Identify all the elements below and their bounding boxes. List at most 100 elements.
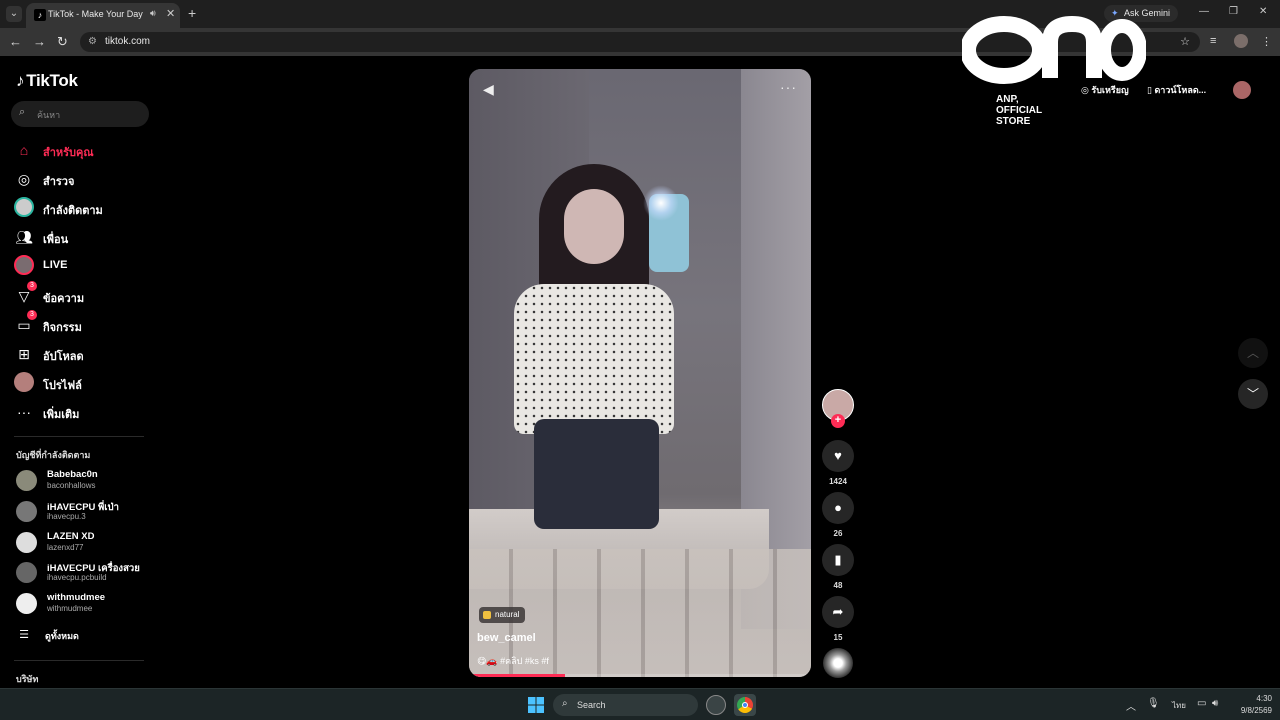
sidebar-item-label: อัปโหลด <box>43 351 84 363</box>
effect-tag[interactable]: natural <box>479 607 526 623</box>
share-button[interactable]: ➦ <box>822 596 854 628</box>
show-hidden-icons-icon[interactable]: ︿ <box>1126 698 1136 713</box>
download-app-link[interactable]: ▯ ดาวน์โหลด... <box>1147 83 1206 97</box>
sidebar-item-live[interactable]: LIVE <box>14 254 154 278</box>
see-all-label: ดูทั้งหมด <box>45 631 79 641</box>
volume-icon[interactable]: ◀ <box>483 81 494 98</box>
tiktok-favicon-icon: ♪ <box>34 9 46 21</box>
windows-start-icon[interactable] <box>528 697 544 713</box>
sidebar-item-upload[interactable]: ⊞ อัปโหลด <box>14 342 154 366</box>
sidebar-item-activity[interactable]: ▭ 3 กิจกรรม <box>14 310 154 337</box>
system-clock[interactable]: 4:30 9/8/2569 <box>1232 693 1272 717</box>
bookmark-star-icon[interactable]: ☆ <box>1180 35 1190 48</box>
media-controls-icon[interactable]: ≡ <box>1210 35 1216 47</box>
video-progress-bar[interactable] <box>469 674 811 677</box>
browser-menu-icon[interactable]: ⋮ <box>1261 35 1272 48</box>
url-text: tiktok.com <box>105 36 151 47</box>
tab-audio-icon[interactable]: 🔊︎ <box>150 8 156 19</box>
sidebar-item-label: กิจกรรม <box>43 322 82 334</box>
new-tab-button[interactable]: + <box>188 5 196 21</box>
restore-icon[interactable]: ❐ <box>1229 6 1238 17</box>
taskbar-search-label: Search <box>577 700 606 710</box>
search-placeholder: ค้นหา <box>37 110 61 120</box>
video-progress-fill <box>469 674 565 677</box>
previous-video-button[interactable]: ︿ <box>1238 338 1268 368</box>
account-username: withmudmee <box>47 604 93 613</box>
anp-watermark-logo <box>960 12 1147 92</box>
reload-icon[interactable]: ↻ <box>57 34 68 50</box>
tab-close-icon[interactable]: ✕ <box>166 7 175 20</box>
video-author[interactable]: bew_camel <box>477 632 536 644</box>
back-icon[interactable]: ← <box>9 34 22 49</box>
chrome-app-button[interactable] <box>734 694 756 716</box>
sidebar-item-messages[interactable]: ▽ 3 ข้อความ <box>14 281 154 308</box>
tab-title: TikTok - Make Your Day <box>48 9 143 19</box>
minimize-icon[interactable]: — <box>1199 6 1209 17</box>
list-icon: ☰ <box>19 629 29 641</box>
account-username: ihavecpu.3 <box>47 512 86 521</box>
volume-tray-icon[interactable]: 🔊︎ <box>1212 698 1218 709</box>
company-section-title[interactable]: บริษัท <box>16 672 38 686</box>
search-input[interactable]: ⌕ ค้นหา <box>11 101 149 127</box>
account-name: Babebac0n <box>47 469 98 480</box>
sidebar-item-label: กำลังติดตาม <box>43 205 103 217</box>
following-account-item[interactable]: Babebac0n baconhallows <box>16 467 156 495</box>
next-video-button[interactable]: ﹀ <box>1238 379 1268 409</box>
video-subject <box>564 189 624 264</box>
search-icon: ⌕ <box>19 106 26 118</box>
more-options-icon[interactable]: ··· <box>780 79 797 95</box>
see-all-button[interactable]: ☰ ดูทั้งหมด <box>14 623 154 647</box>
forward-icon[interactable]: → <box>33 34 46 49</box>
sidebar-item-explore[interactable]: ◎ สำรวจ <box>14 167 154 191</box>
following-account-item[interactable]: iHAVECPU เครื่องสวย ihavecpu.pcbuild <box>16 559 156 587</box>
video-subject <box>514 284 674 434</box>
activity-badge: 3 <box>27 310 37 320</box>
save-button[interactable]: ▮ <box>822 544 854 576</box>
microphone-icon[interactable]: 🎙︎ <box>1147 698 1160 709</box>
chevron-up-icon: ︿ <box>1246 346 1259 360</box>
video-subject <box>643 185 679 221</box>
following-icon <box>14 197 34 217</box>
profile-avatar-icon[interactable] <box>1234 34 1248 48</box>
app-icon[interactable] <box>706 695 726 715</box>
header-profile-avatar[interactable] <box>1233 81 1251 99</box>
tab-search-chevron-icon[interactable]: ⌄ <box>6 6 22 22</box>
following-account-item[interactable]: withmudmee withmudmee <box>16 590 156 618</box>
follow-plus-button[interactable]: + <box>831 414 845 428</box>
clock-date: 9/8/2569 <box>1240 706 1272 715</box>
bookmark-icon: ▮ <box>834 552 842 567</box>
windows-taskbar: ⌕ Search ︿ 🎙︎ ไทย ▭ 🔊︎ 4:30 9/8/2569 <box>0 688 1280 720</box>
like-button[interactable]: ♥ <box>822 440 854 472</box>
tiktok-logo[interactable]: ♪ TikTok <box>16 71 78 91</box>
save-count: 48 <box>833 581 843 590</box>
tiktok-note-icon: ♪ <box>16 71 25 90</box>
sidebar: ♪ TikTok ⌕ ค้นหา ⌂ สำหรับคุณ ◎ สำรวจ กำลั… <box>0 56 160 688</box>
friends-icon: 👥︎ <box>15 229 33 245</box>
chevron-down-icon: ﹀ <box>1246 387 1259 401</box>
sidebar-item-more[interactable]: ··· เพิ่มเติม <box>14 400 154 424</box>
search-icon: ⌕ <box>562 698 568 709</box>
comment-button[interactable]: ● <box>822 492 854 524</box>
chrome-icon-center <box>742 702 748 708</box>
input-language[interactable]: ไทย <box>1172 699 1186 712</box>
video-player[interactable]: ◀ ··· natural bew_camel 😋🚗 #คลิป #ks #f <box>469 69 811 677</box>
sidebar-item-following[interactable]: กำลังติดตาม <box>14 196 154 220</box>
chrome-icon <box>737 697 753 713</box>
window-close-icon[interactable]: ✕ <box>1259 6 1267 17</box>
sidebar-item-profile[interactable]: โปรไฟล์ <box>14 371 154 395</box>
music-disc-icon[interactable] <box>823 648 853 678</box>
sidebar-item-label: เพื่อน <box>43 234 69 246</box>
sidebar-item-for-you[interactable]: ⌂ สำหรับคุณ <box>14 138 154 162</box>
sidebar-item-friends[interactable]: 👥︎ เพื่อน <box>14 225 154 249</box>
following-account-item[interactable]: LAZEN XD lazenxd77 <box>16 529 156 557</box>
network-icon[interactable]: ▭ <box>1197 698 1206 709</box>
site-info-icon[interactable]: ⚙ <box>88 36 97 47</box>
comment-icon: ● <box>834 500 842 515</box>
browser-tab[interactable]: ♪ TikTok - Make Your Day 🔊︎ ✕ <box>26 3 180 28</box>
account-username: ihavecpu.pcbuild <box>47 573 107 582</box>
more-icon: ··· <box>17 404 31 420</box>
avatar <box>16 532 37 553</box>
following-account-item[interactable]: iHAVECPU พี่เป่า ihavecpu.3 <box>16 498 156 526</box>
taskbar-search[interactable]: ⌕ Search <box>553 694 698 716</box>
divider <box>14 436 144 437</box>
